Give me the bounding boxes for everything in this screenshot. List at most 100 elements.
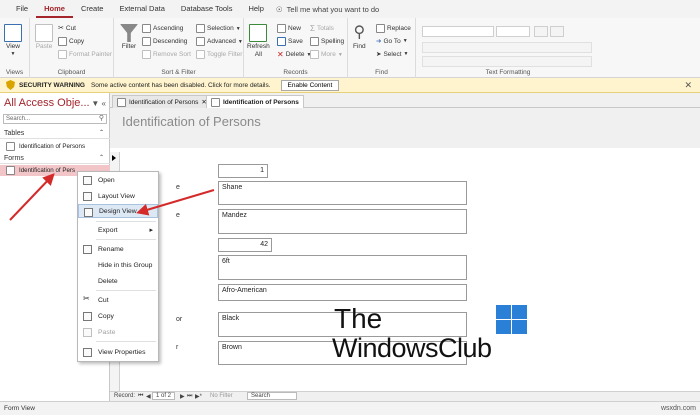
- menu-item-layout-view[interactable]: Layout View: [78, 189, 158, 203]
- menu-item-hide[interactable]: Hide in this Group: [78, 258, 158, 272]
- remove-sort-button[interactable]: Remove Sort: [142, 50, 191, 59]
- font-size-select[interactable]: [496, 26, 530, 37]
- new-record-icon: [277, 24, 286, 33]
- tell-me-box[interactable]: ☉ Tell me what you want to do: [276, 5, 379, 14]
- bullets-button[interactable]: [534, 26, 548, 37]
- form-title: Identification of Persons: [122, 114, 261, 129]
- field-age[interactable]: 42: [218, 238, 272, 252]
- nav-search-input[interactable]: Search... ⚲: [3, 114, 107, 124]
- menu-item-view-properties[interactable]: View Properties: [78, 345, 158, 359]
- tab-file[interactable]: File: [8, 0, 36, 18]
- field-label-hair-color: or: [176, 316, 183, 323]
- chevron-down-icon: ▼: [402, 38, 408, 44]
- spelling-button[interactable]: Spelling: [310, 37, 344, 46]
- lightbulb-icon: ☉: [275, 4, 283, 14]
- last-record-icon[interactable]: ⏭: [187, 393, 192, 400]
- chevron-down-icon: ▼: [403, 51, 409, 57]
- toggle-filter-icon: [196, 50, 205, 59]
- advanced-filter-icon: [196, 37, 205, 46]
- sort-descending-button[interactable]: Descending: [142, 37, 187, 46]
- security-warning-label: SECURITY WARNING: [19, 81, 85, 89]
- funnel-icon: [120, 24, 138, 42]
- field-label-eye-color: r: [176, 344, 179, 351]
- menu-item-rename[interactable]: Rename: [78, 242, 158, 256]
- collapse-pane-icon[interactable]: «: [102, 99, 106, 108]
- sort-filter-group-label: Sort & Filter: [161, 69, 196, 76]
- view-button[interactable]: View ▼: [4, 24, 22, 57]
- search-icon: ⚲: [98, 115, 104, 122]
- chevron-down-icon: ▼: [235, 25, 241, 32]
- refresh-all-button[interactable]: Refresh All: [247, 24, 270, 58]
- menu-item-cut[interactable]: ✂ Cut: [78, 293, 158, 307]
- enable-content-button[interactable]: Enable Content: [280, 79, 340, 91]
- delete-record-button[interactable]: ✕ Delete ▼: [277, 50, 311, 59]
- doc-tab-form[interactable]: Identification of Persons: [206, 95, 304, 109]
- tab-create[interactable]: Create: [73, 0, 112, 18]
- field-id[interactable]: 1: [218, 164, 268, 178]
- color-buttons-row[interactable]: [422, 56, 592, 67]
- cut-button[interactable]: ✂ Cut: [58, 24, 76, 33]
- goto-button[interactable]: ➔ Go To ▼: [376, 37, 408, 46]
- new-record-button[interactable]: New: [277, 24, 301, 33]
- nav-pane-title[interactable]: All Access Obje...: [4, 97, 90, 109]
- advanced-button[interactable]: Advanced ▼: [196, 37, 243, 46]
- field-height[interactable]: 6ft: [218, 255, 467, 280]
- tab-home[interactable]: Home: [36, 0, 73, 18]
- records-group-label: Records: [283, 69, 308, 76]
- first-record-icon[interactable]: ⏮: [138, 393, 143, 400]
- save-record-button[interactable]: Save: [277, 37, 303, 46]
- tab-external-data[interactable]: External Data: [111, 0, 172, 18]
- security-warning-message[interactable]: Some active content has been disabled. C…: [91, 82, 271, 89]
- format-painter-button[interactable]: Format Painter: [58, 50, 112, 59]
- menu-item-paste[interactable]: Paste: [78, 325, 158, 339]
- nav-item-table[interactable]: Identification of Persons: [0, 141, 110, 152]
- menu-item-open[interactable]: Open: [78, 173, 158, 187]
- rename-icon: [83, 245, 92, 254]
- doc-tab-table[interactable]: Identification of Persons ✕: [112, 95, 212, 108]
- spelling-icon: [310, 37, 319, 46]
- selection-icon: [196, 24, 205, 33]
- close-icon[interactable]: ✕: [684, 80, 692, 91]
- selection-button[interactable]: Selection ▼: [196, 24, 241, 33]
- font-name-select[interactable]: [422, 26, 494, 37]
- nav-section-tables[interactable]: Tables ⌃: [0, 128, 110, 139]
- menu-item-export[interactable]: Export ▸: [78, 223, 158, 237]
- binoculars-icon: ⚲: [353, 24, 366, 41]
- format-buttons-row[interactable]: [422, 42, 592, 53]
- copy-button[interactable]: Copy: [58, 37, 84, 46]
- find-button[interactable]: ⚲ Find: [353, 24, 366, 50]
- filter-button[interactable]: Filter: [120, 24, 138, 50]
- replace-button[interactable]: Replace: [376, 24, 411, 33]
- toggle-filter-button[interactable]: Toggle Filter: [196, 50, 242, 59]
- tab-database-tools[interactable]: Database Tools: [173, 0, 241, 18]
- field-last-name[interactable]: Mandez: [218, 209, 467, 234]
- tab-help[interactable]: Help: [240, 0, 271, 18]
- copy-icon: [83, 312, 92, 321]
- menu-item-delete[interactable]: Delete: [78, 274, 158, 288]
- paste-icon: [35, 24, 53, 42]
- totals-button[interactable]: Σ Totals: [310, 24, 334, 33]
- menu-item-design-view[interactable]: Design View: [78, 204, 158, 218]
- nav-section-forms[interactable]: Forms ⌃: [0, 153, 110, 164]
- field-first-name[interactable]: Shane: [218, 181, 467, 205]
- menu-item-copy[interactable]: Copy: [78, 309, 158, 323]
- chevron-up-icon: ⌃: [98, 155, 104, 161]
- current-record-input[interactable]: 1 of 2: [152, 392, 176, 400]
- previous-record-icon[interactable]: ◀: [146, 393, 151, 400]
- chevron-down-icon: ▼: [237, 38, 243, 45]
- next-record-icon[interactable]: ▶: [180, 393, 185, 400]
- numbering-button[interactable]: [550, 26, 564, 37]
- status-bar: Form View wsxdn.com: [0, 401, 700, 415]
- views-group-label: Views: [5, 69, 24, 76]
- sort-ascending-button[interactable]: Ascending: [142, 24, 183, 33]
- no-filter-indicator[interactable]: No Filter: [210, 393, 233, 399]
- arrow-right-icon: ➔: [376, 38, 382, 45]
- more-button[interactable]: More ▼: [310, 50, 343, 59]
- select-button[interactable]: ➤ Select ▼: [376, 50, 409, 59]
- replace-icon: [376, 24, 385, 33]
- field-race[interactable]: Afro-American: [218, 284, 467, 301]
- dropdown-circle-icon[interactable]: ▼: [91, 99, 99, 108]
- record-search-input[interactable]: Search: [247, 392, 297, 400]
- new-record-nav-icon[interactable]: ▶*: [195, 393, 202, 400]
- paste-button[interactable]: Paste: [35, 24, 53, 50]
